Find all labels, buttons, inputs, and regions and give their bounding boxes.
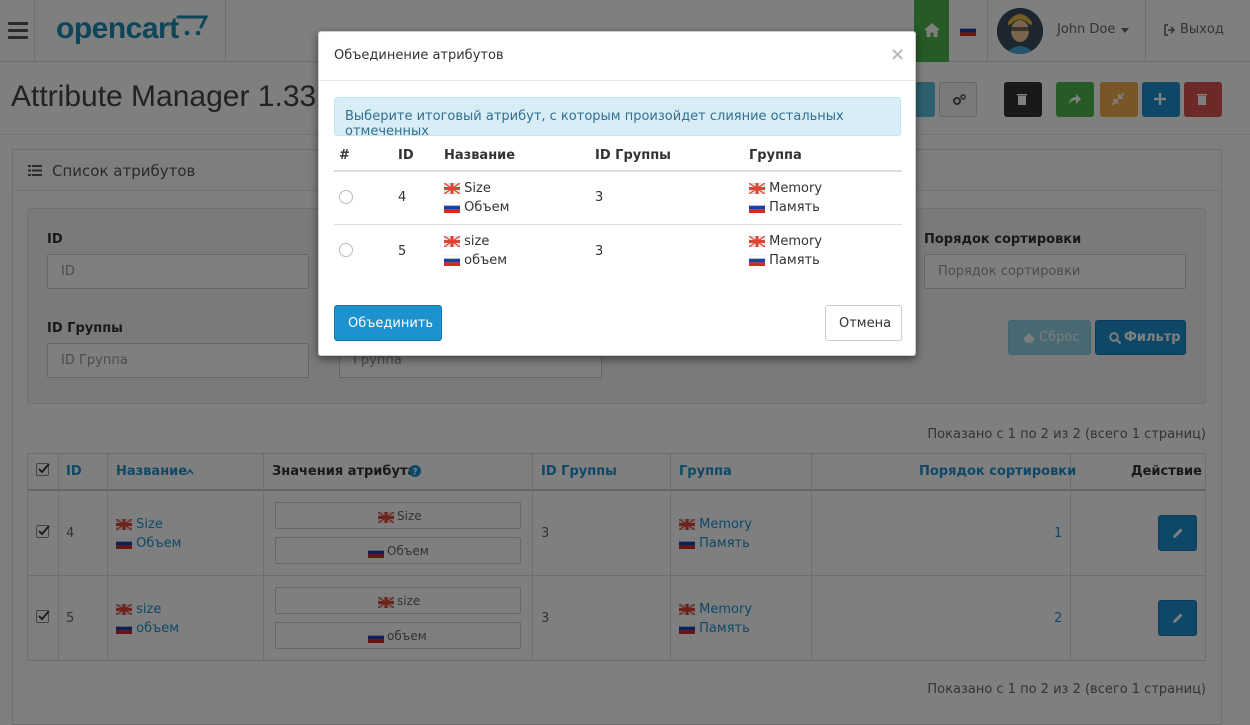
flag-ru-icon [443,254,461,266]
flag-uk-icon [748,235,766,248]
flag-uk-icon [443,182,461,195]
m-row-name-ru: Объем [443,200,509,215]
m-row-group-id: 3 [595,190,604,205]
merge-attributes-modal: Объединение атрибутов × Выберите итоговы… [318,31,916,356]
flag-uk-icon [443,235,461,248]
modal-title: Объединение атрибутов [334,48,504,63]
m-row-name-en: size [443,234,489,249]
merge-button[interactable]: Объединить [334,305,442,341]
flag-uk-icon [748,182,766,195]
m-row-group-en: Memory [748,234,822,249]
cancel-button[interactable]: Отмена [825,305,902,341]
m-row-group-ru: Память [748,200,820,215]
m-row-group-ru: Память [748,253,820,268]
m-row-name-en: Size [443,181,491,196]
select-radio[interactable] [339,190,353,204]
flag-ru-icon [748,254,766,266]
m-th-name: Название [444,148,516,163]
m-th-id: ID [398,148,414,163]
info-alert: Выберите итоговый атрибут, с которым про… [334,97,901,139]
m-th-group-id: ID Группы [595,148,671,163]
m-row-group-id: 3 [595,244,604,259]
m-row-group-en: Memory [748,181,822,196]
m-row-id: 4 [398,190,407,205]
m-th-group: Группа [749,148,802,163]
close-icon[interactable]: × [890,44,905,65]
flag-ru-icon [443,201,461,213]
flag-ru-icon [748,201,766,213]
m-row-id: 5 [398,244,407,259]
select-radio[interactable] [339,243,353,257]
m-row-name-ru: объем [443,253,507,268]
m-th-num: # [339,148,350,163]
